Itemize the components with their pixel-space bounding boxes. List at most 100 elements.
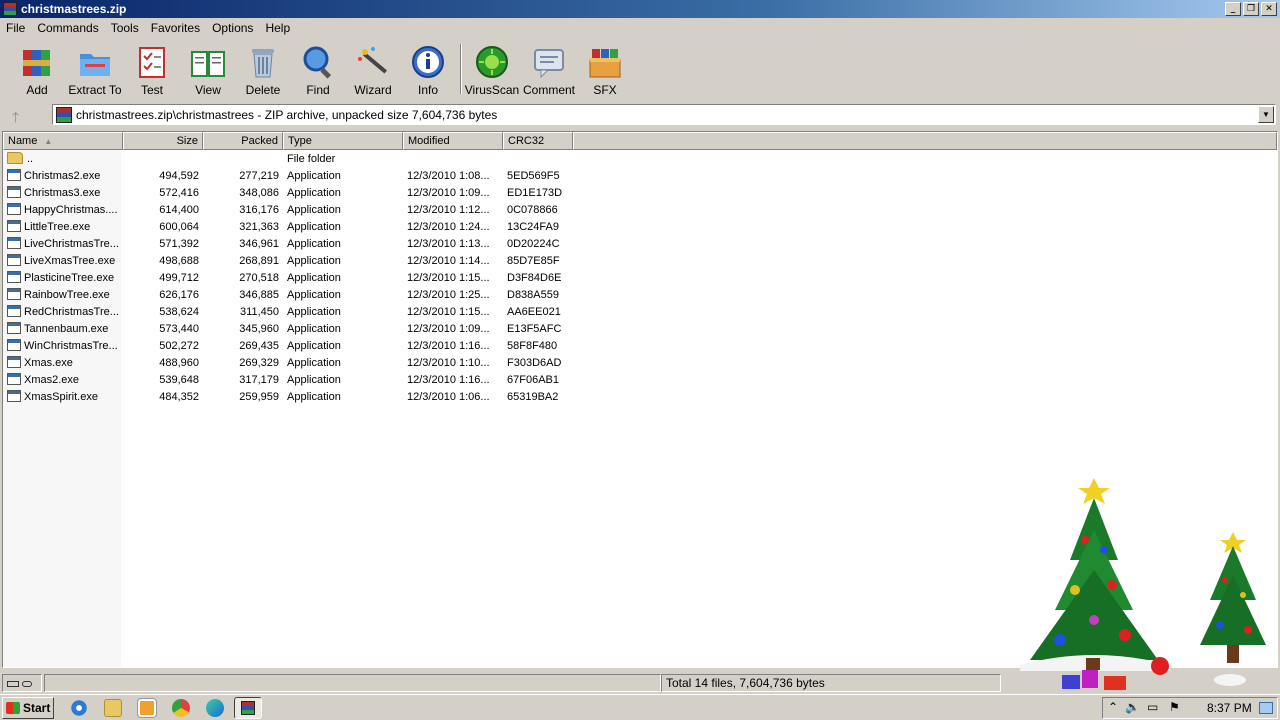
drive-status[interactable] xyxy=(2,674,42,692)
menu-commands[interactable]: Commands xyxy=(31,21,104,35)
start-button[interactable]: Start xyxy=(2,697,54,719)
chrome-icon[interactable] xyxy=(172,699,190,717)
action-center-flag-icon[interactable]: ⚑ xyxy=(1169,700,1180,714)
file-size-cell: 538,624 xyxy=(159,305,199,318)
show-hidden-icons-icon[interactable]: ⌃ xyxy=(1108,700,1118,714)
file-row[interactable]: LiveChristmasTre... 571,392 346,961 Applica… xyxy=(3,235,1277,252)
show-desktop-icon[interactable] xyxy=(1259,702,1273,714)
file-packed-cell: 316,176 xyxy=(239,203,279,216)
executable-icon xyxy=(7,390,21,402)
column-header-name[interactable]: Name ▲ xyxy=(3,132,123,150)
column-header-packed[interactable]: Packed xyxy=(203,132,283,150)
column-header-modified[interactable]: Modified xyxy=(403,132,503,150)
toolbar: Add Extract To Test View Delete Find Wiz… xyxy=(0,40,1280,100)
file-modified-cell: 12/3/2010 1:24... xyxy=(407,220,490,233)
file-packed-cell: 346,961 xyxy=(239,237,279,250)
up-folder-button[interactable]: 🡑 xyxy=(12,107,19,131)
info-button[interactable]: Info xyxy=(400,44,456,97)
file-modified-cell: 12/3/2010 1:15... xyxy=(407,305,490,318)
add-button[interactable]: Add xyxy=(9,44,65,97)
file-row[interactable]: PlasticineTree.exe 499,712 270,518 Applicat… xyxy=(3,269,1277,286)
clock[interactable]: 8:37 PM xyxy=(1207,701,1252,715)
explorer-folder-icon[interactable] xyxy=(104,699,122,717)
file-packed-cell: 277,219 xyxy=(239,169,279,182)
file-row[interactable]: Christmas2.exe 494,592 277,219 Application 1… xyxy=(3,167,1277,184)
magnifier-icon xyxy=(300,44,336,80)
extract-to-button[interactable]: Extract To xyxy=(67,44,123,97)
wizard-button[interactable]: Wizard xyxy=(345,44,401,97)
file-rows: .. File folder Christmas2.exe 494,592 277,21… xyxy=(3,150,1277,405)
window-title: christmastrees.zip xyxy=(21,2,127,16)
file-size-cell: 502,272 xyxy=(159,339,199,352)
menu-file[interactable]: File xyxy=(0,21,31,35)
virusscan-button[interactable]: VirusScan xyxy=(464,44,520,97)
volume-icon[interactable]: 🔈 xyxy=(1125,700,1140,714)
file-list[interactable]: Name ▲ Size Packed Type Modified CRC32 .… xyxy=(2,131,1278,668)
view-label: View xyxy=(195,83,221,97)
file-row[interactable]: Tannenbaum.exe 573,440 345,960 Application 1… xyxy=(3,320,1277,337)
file-packed-cell: 348,086 xyxy=(239,186,279,199)
menu-help[interactable]: Help xyxy=(259,21,296,35)
file-row[interactable]: Xmas2.exe 539,648 317,179 Application 12/3/2… xyxy=(3,371,1277,388)
find-button[interactable]: Find xyxy=(290,44,346,97)
file-modified-cell: 12/3/2010 1:25... xyxy=(407,288,490,301)
address-field[interactable]: christmastrees.zip\christmastrees - ZIP … xyxy=(52,104,1276,125)
parent-folder-row[interactable]: .. File folder xyxy=(3,150,1277,167)
extract-to-label: Extract To xyxy=(68,83,122,97)
file-crc32-cell: 65319BA2 xyxy=(507,390,559,403)
sfx-box-icon xyxy=(587,44,623,80)
file-row[interactable]: HappyChristmas.... 614,400 316,176 Applicat… xyxy=(3,201,1277,218)
file-type-cell: Application xyxy=(287,288,341,301)
minimize-button[interactable]: _ xyxy=(1225,2,1241,16)
winrar-task-button[interactable] xyxy=(234,697,262,719)
extract-folder-icon xyxy=(77,44,113,80)
file-size-cell: 498,688 xyxy=(159,254,199,267)
file-row[interactable]: LiveXmasTree.exe 498,688 268,891 Applicatio… xyxy=(3,252,1277,269)
archive-icon xyxy=(56,106,72,123)
address-row: 🡑 christmastrees.zip\christmastrees - ZI… xyxy=(0,103,1280,127)
file-name-cell: RainbowTree.exe xyxy=(3,288,123,301)
menu-tools[interactable]: Tools xyxy=(105,21,145,35)
column-header-filler xyxy=(573,132,1277,150)
executable-icon xyxy=(7,169,21,181)
file-row[interactable]: Christmas3.exe 572,416 348,086 Application 1… xyxy=(3,184,1277,201)
file-crc32-cell: 5ED569F5 xyxy=(507,169,560,182)
file-row[interactable]: Xmas.exe 488,960 269,329 Application 12/3/20… xyxy=(3,354,1277,371)
column-header-crc32[interactable]: CRC32 xyxy=(503,132,573,150)
edge-icon[interactable] xyxy=(206,699,224,717)
file-size-cell: 573,440 xyxy=(159,322,199,335)
file-row[interactable]: LittleTree.exe 600,064 321,363 Application 1… xyxy=(3,218,1277,235)
column-header-size[interactable]: Size xyxy=(123,132,203,150)
menu-options[interactable]: Options xyxy=(206,21,259,35)
address-dropdown-button[interactable]: ▼ xyxy=(1258,106,1274,123)
delete-button[interactable]: Delete xyxy=(235,44,291,97)
wand-icon xyxy=(355,44,391,80)
restore-button[interactable]: ❐ xyxy=(1243,2,1259,16)
file-packed-cell: 270,518 xyxy=(239,271,279,284)
executable-icon xyxy=(7,322,21,334)
file-row[interactable]: RainbowTree.exe 626,176 346,885 Application… xyxy=(3,286,1277,303)
file-row[interactable]: RedChristmasTre... 538,624 311,450 Applicat… xyxy=(3,303,1277,320)
virusscan-label: VirusScan xyxy=(464,83,520,97)
list-header: Name ▲ Size Packed Type Modified CRC32 xyxy=(3,132,1277,150)
file-name-cell: Christmas3.exe xyxy=(3,186,123,199)
file-name-cell: PlasticineTree.exe xyxy=(3,271,123,284)
column-header-type[interactable]: Type xyxy=(283,132,403,150)
internet-explorer-icon[interactable] xyxy=(70,699,88,717)
file-crc32-cell: ED1E173D xyxy=(507,186,563,199)
menu-favorites[interactable]: Favorites xyxy=(145,21,206,35)
comment-button[interactable]: Comment xyxy=(521,44,577,97)
sfx-button[interactable]: SFX xyxy=(577,44,633,97)
media-player-icon[interactable] xyxy=(137,698,157,718)
file-type-cell: Application xyxy=(287,356,341,369)
winrar-app-icon[interactable] xyxy=(3,2,17,16)
file-row[interactable]: WinChristmasTre... 502,272 269,435 Applicat… xyxy=(3,337,1277,354)
sfx-label: SFX xyxy=(593,83,617,97)
network-icon[interactable]: ▭ xyxy=(1147,700,1158,714)
file-crc32-cell: E13F5AFC xyxy=(507,322,562,335)
test-button[interactable]: Test xyxy=(124,44,180,97)
file-row[interactable]: XmasSpirit.exe 484,352 259,959 Application 1… xyxy=(3,388,1277,405)
close-button[interactable]: ✕ xyxy=(1261,2,1277,16)
executable-icon xyxy=(7,203,21,215)
view-button[interactable]: View xyxy=(180,44,236,97)
